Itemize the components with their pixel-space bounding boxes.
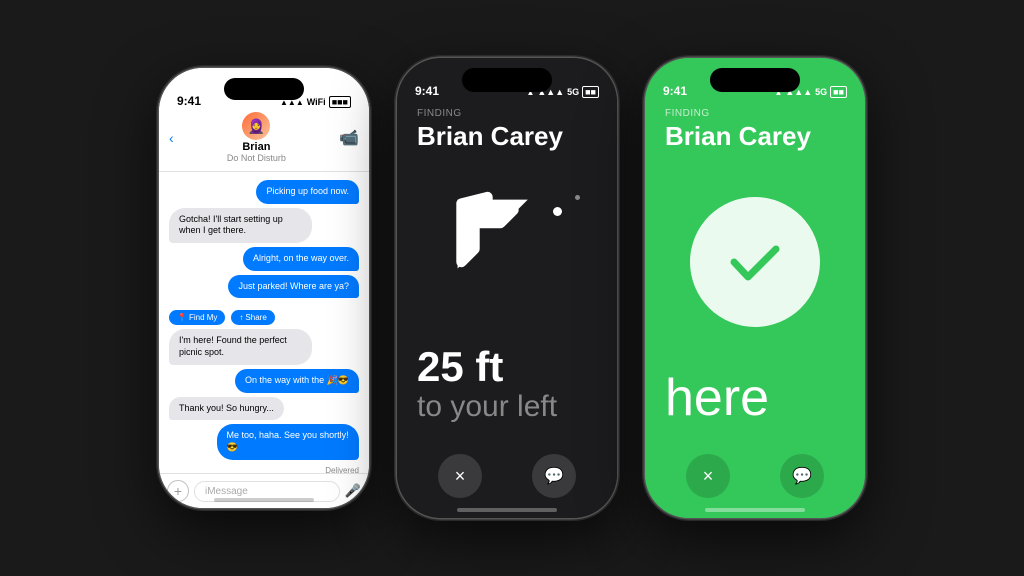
close-button-green[interactable]: ×: [686, 454, 730, 498]
microphone-icon[interactable]: 🎤: [345, 483, 361, 499]
time-3: 9:41: [663, 84, 687, 98]
time-2: 9:41: [415, 84, 439, 98]
back-button[interactable]: ‹: [169, 130, 174, 146]
dynamic-island-2: [462, 68, 552, 92]
find-my-button[interactable]: 📍 Find My: [169, 310, 225, 325]
contact-info: 🧕 Brian Do Not Disturb: [180, 112, 333, 163]
direction-arrow: [442, 184, 572, 314]
home-indicator-1: [214, 498, 314, 502]
message-bubble-recv-2: I'm here! Found the perfect picnic spot.: [169, 329, 312, 364]
share-button[interactable]: ↑ Share: [231, 310, 274, 325]
phone-finding-dark: 9:41 ▲ ▲▲▲ 5G ■■ FINDING Brian Carey: [397, 58, 617, 518]
contact-name: Brian: [242, 141, 270, 153]
compass-area: [397, 152, 617, 346]
dot-trail: [553, 207, 562, 216]
battery-icon-2: ■■: [582, 86, 599, 98]
here-label: here: [665, 372, 845, 424]
video-call-icon[interactable]: 📹: [339, 128, 359, 148]
battery-icon-3: ■■: [830, 86, 847, 98]
home-indicator-2: [457, 508, 557, 512]
bottom-buttons-dark: × 💬: [397, 444, 617, 518]
dot-small: [575, 195, 580, 200]
finding-label-green: FINDING: [665, 108, 845, 119]
check-circle-area: [645, 152, 865, 372]
contact-status: Do Not Disturb: [227, 153, 286, 163]
finding-label-dark: FINDING: [417, 108, 597, 119]
message-button-green[interactable]: 💬: [780, 454, 824, 498]
close-button-dark[interactable]: ×: [438, 454, 482, 498]
dynamic-island-3: [710, 68, 800, 92]
found-green-screen: 9:41 ▲ ▲▲▲ 5G ■■ FINDING Brian Carey: [645, 58, 865, 518]
message-bubble-sent-1: Picking up food now.: [256, 180, 359, 204]
message-bubble-recv-1: Gotcha! I'll start setting up when I get…: [169, 208, 312, 243]
contact-name-dark: Brian Carey: [417, 121, 597, 152]
network-icon-3: 5G: [815, 87, 827, 97]
message-input-bar: + iMessage 🎤: [159, 473, 369, 508]
message-bubble-sent-5: Me too, haha. See you shortly! 😎: [217, 424, 360, 459]
network-icon-2: 5G: [567, 87, 579, 97]
dynamic-island-1: [224, 78, 304, 100]
distance-area: 25 ft to your left: [397, 346, 617, 444]
dot-large: [553, 207, 562, 216]
checkmark-icon: [720, 227, 790, 297]
direction-label: to your left: [417, 390, 597, 424]
map-action-buttons: 📍 Find My ↑ Share: [169, 310, 359, 325]
time-1: 9:41: [177, 94, 201, 108]
check-circle: [690, 197, 820, 327]
message-bubble-sent-3: Just parked! Where are ya?: [228, 275, 359, 299]
phone-imessage: 9:41 ▲▲▲ WiFi ■■■ ‹ 🧕 Brian Do Not Distu…: [159, 68, 369, 508]
add-attachment-button[interactable]: +: [167, 480, 189, 502]
home-indicator-3: [705, 508, 805, 512]
message-bubble-sent-2: Alright, on the way over.: [243, 247, 359, 271]
here-area: here: [645, 372, 865, 444]
message-bubble-recv-3: Thank you! So hungry...: [169, 397, 284, 421]
phones-container: 9:41 ▲▲▲ WiFi ■■■ ‹ 🧕 Brian Do Not Distu…: [0, 0, 1024, 576]
message-bubble-sent-4: On the way with the 🎉😎: [235, 369, 359, 393]
imessage-screen: 9:41 ▲▲▲ WiFi ■■■ ‹ 🧕 Brian Do Not Distu…: [159, 68, 369, 508]
message-button-dark[interactable]: 💬: [532, 454, 576, 498]
messages-list: Picking up food now. Gotcha! I'll start …: [159, 172, 369, 473]
contact-name-green: Brian Carey: [665, 121, 845, 152]
delivered-label: Delivered: [169, 466, 359, 473]
finding-dark-screen: 9:41 ▲ ▲▲▲ 5G ■■ FINDING Brian Carey: [397, 58, 617, 518]
contact-avatar: 🧕: [242, 112, 270, 140]
wifi-icon-1: WiFi: [307, 97, 326, 107]
bottom-buttons-green: × 💬: [645, 444, 865, 518]
battery-icon-1: ■■■: [329, 96, 351, 108]
distance-number: 25 ft: [417, 346, 597, 388]
phone-found-green: 9:41 ▲ ▲▲▲ 5G ■■ FINDING Brian Carey: [645, 58, 865, 518]
